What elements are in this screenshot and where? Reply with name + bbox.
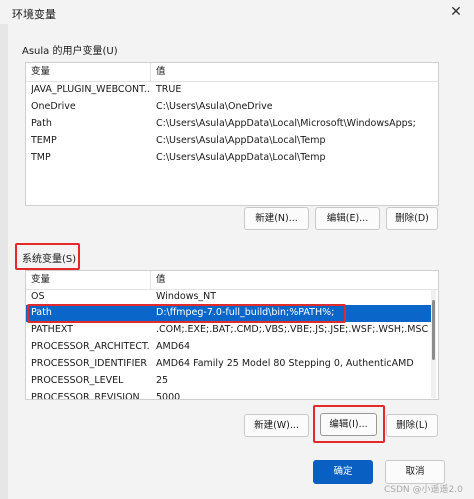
table-row[interactable]: JAVA_PLUGIN_WEBCONT... TRUE	[26, 82, 438, 99]
row-variable: PROCESSOR_REVISION	[31, 392, 140, 400]
table-row[interactable]: PATHEXT .COM;.EXE;.BAT;.CMD;.VBS;.VBE;.J…	[26, 322, 438, 339]
column-header-variable[interactable]: 变量	[31, 272, 50, 288]
system-vars-label: 系统变量(S)	[22, 254, 77, 265]
table-row[interactable]: OneDrive C:\Users\Asula\OneDrive	[26, 99, 438, 116]
system-new-button[interactable]: 新建(W)...	[244, 414, 309, 437]
row-variable: TMP	[31, 152, 51, 163]
row-variable: OS	[31, 291, 45, 302]
cancel-button[interactable]: 取消	[385, 460, 445, 484]
system-vars-list[interactable]: 变量 值 OS Windows_NT Path D:\ffmpeg-7.0-fu…	[25, 270, 439, 400]
row-variable: Path	[31, 307, 52, 318]
user-new-button[interactable]: 新建(N)...	[244, 207, 309, 230]
row-variable: PATHEXT	[31, 324, 73, 335]
row-value: C:\Users\Asula\AppData\Local\Temp	[156, 135, 326, 146]
column-divider[interactable]	[150, 63, 151, 81]
scrollbar[interactable]	[431, 290, 436, 398]
table-row[interactable]: PROCESSOR_ARCHITECT... AMD64	[26, 339, 438, 356]
row-variable: JAVA_PLUGIN_WEBCONT...	[31, 84, 149, 95]
row-variable: PROCESSOR_LEVEL	[31, 375, 124, 386]
system-delete-button[interactable]: 删除(L)	[386, 414, 438, 437]
row-value: C:\Users\Asula\AppData\Local\Temp	[156, 152, 326, 163]
row-value: D:\ffmpeg-7.0-full_build\bin;%PATH%;	[156, 307, 335, 318]
close-icon[interactable]: ✕	[444, 1, 468, 23]
row-variable: OneDrive	[31, 101, 76, 112]
user-vars-header: 变量 值	[26, 63, 438, 82]
row-variable: PROCESSOR_ARCHITECT...	[31, 341, 149, 352]
row-value: 5000	[156, 392, 181, 400]
row-variable: TEMP	[31, 135, 57, 146]
system-vars-header: 变量 值	[26, 271, 438, 290]
row-value: AMD64	[156, 341, 191, 352]
row-value: AMD64 Family 25 Model 80 Stepping 0, Aut…	[156, 358, 414, 369]
table-row[interactable]: PROCESSOR_REVISION 5000	[26, 390, 438, 400]
window-right-edge	[466, 24, 474, 499]
system-edit-button[interactable]: 编辑(I)...	[320, 413, 377, 436]
row-value: TRUE	[156, 84, 182, 95]
table-row[interactable]: PROCESSOR_LEVEL 25	[26, 373, 438, 390]
table-row-selected[interactable]: Path D:\ffmpeg-7.0-full_build\bin;%PATH%…	[26, 305, 432, 322]
column-header-value[interactable]: 值	[156, 64, 166, 80]
user-vars-list[interactable]: 变量 值 JAVA_PLUGIN_WEBCONT... TRUE OneDriv…	[25, 62, 439, 206]
watermark: CSDN @小遥遥2.0	[384, 485, 463, 495]
column-header-value[interactable]: 值	[156, 272, 166, 288]
table-row[interactable]: OS Windows_NT	[26, 289, 438, 306]
row-variable: Path	[31, 118, 52, 129]
row-value: .COM;.EXE;.BAT;.CMD;.VBS;.VBE;.JS;.JSE;.…	[156, 324, 429, 335]
user-vars-label: Asula 的用户变量(U)	[22, 46, 118, 57]
table-row[interactable]: PROCESSOR_IDENTIFIER AMD64 Family 25 Mod…	[26, 356, 438, 373]
window-title: 环境变量	[12, 8, 56, 21]
row-variable: PROCESSOR_IDENTIFIER	[31, 358, 148, 369]
table-row[interactable]: TEMP C:\Users\Asula\AppData\Local\Temp	[26, 133, 438, 150]
table-row[interactable]: TMP C:\Users\Asula\AppData\Local\Temp	[26, 150, 438, 167]
table-row[interactable]: Path C:\Users\Asula\AppData\Local\Micros…	[26, 116, 438, 133]
row-value: C:\Users\Asula\OneDrive	[156, 101, 273, 112]
user-edit-button[interactable]: 编辑(E)...	[315, 207, 380, 230]
scrollbar-thumb[interactable]	[432, 300, 435, 360]
column-header-variable[interactable]: 变量	[31, 64, 50, 80]
user-delete-button[interactable]: 删除(D)	[386, 207, 438, 230]
background-window-edge	[0, 24, 8, 499]
column-divider[interactable]	[150, 271, 151, 289]
row-value: 25	[156, 375, 169, 386]
row-value: Windows_NT	[156, 291, 217, 302]
ok-button[interactable]: 确定	[313, 460, 373, 484]
row-value: C:\Users\Asula\AppData\Local\Microsoft\W…	[156, 118, 416, 129]
title-bar	[0, 0, 474, 24]
